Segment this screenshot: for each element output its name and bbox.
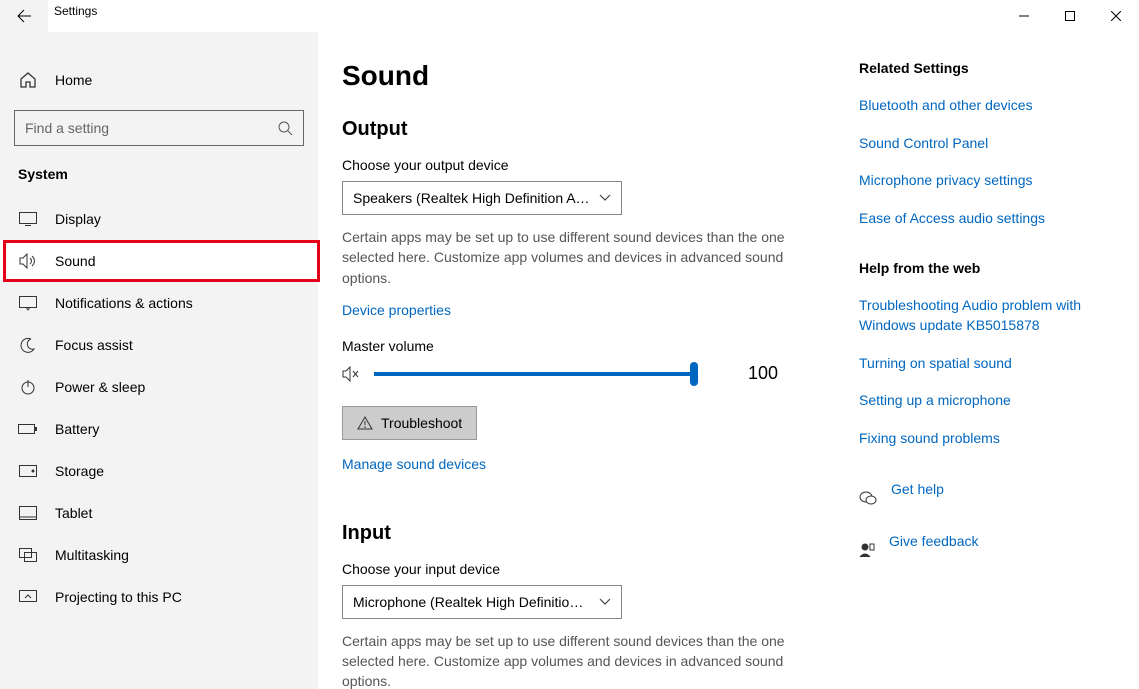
home-icon [18,71,38,89]
nav-label: Power & sleep [55,379,145,395]
tablet-icon [18,506,38,520]
nav-label: Tablet [55,505,92,521]
sidebar-item-tablet[interactable]: Tablet [0,492,318,534]
sidebar-item-power-sleep[interactable]: Power & sleep [0,366,318,408]
nav-label: Notifications & actions [55,295,193,311]
related-link-bluetooth[interactable]: Bluetooth and other devices [859,96,1119,116]
display-icon [18,212,38,226]
output-choose-label: Choose your output device [342,157,851,173]
nav-label: Battery [55,421,99,437]
sound-icon [18,253,38,269]
home-label: Home [55,72,92,88]
feedback-icon [859,543,875,559]
page-title: Sound [342,60,851,92]
troubleshoot-button[interactable]: Troubleshoot [342,406,477,440]
input-heading: Input [342,522,851,545]
moon-icon [18,337,38,353]
volume-value: 100 [748,363,778,384]
give-feedback-link[interactable]: Give feedback [889,532,979,552]
related-link-ease-access[interactable]: Ease of Access audio settings [859,209,1119,229]
sidebar-item-focus-assist[interactable]: Focus assist [0,324,318,366]
output-help-text: Certain apps may be set up to use differ… [342,227,802,288]
multitasking-icon [18,548,38,562]
back-arrow-icon [16,8,32,24]
help-link-setup-mic[interactable]: Setting up a microphone [859,391,1119,411]
notifications-icon [18,296,38,311]
sidebar-item-multitasking[interactable]: Multitasking [0,534,318,576]
get-help-row[interactable]: Get help [859,480,1119,518]
help-link-troubleshoot-audio[interactable]: Troubleshooting Audio problem with Windo… [859,296,1119,335]
close-button[interactable] [1093,0,1139,32]
section-label: System [0,158,318,198]
sidebar-item-notifications[interactable]: Notifications & actions [0,282,318,324]
nav-label: Display [55,211,101,227]
output-heading: Output [342,118,851,141]
search-icon [277,120,293,136]
warning-icon [357,416,373,430]
get-help-link[interactable]: Get help [891,480,944,500]
input-choose-label: Choose your input device [342,561,851,577]
chevron-down-icon [599,194,611,202]
sidebar-item-display[interactable]: Display [0,198,318,240]
related-link-mic-privacy[interactable]: Microphone privacy settings [859,171,1119,191]
maximize-button[interactable] [1047,0,1093,32]
related-settings-heading: Related Settings [859,60,1119,76]
power-icon [18,379,38,395]
input-help-text: Certain apps may be set up to use differ… [342,631,802,689]
storage-icon [18,465,38,477]
troubleshoot-label: Troubleshoot [381,415,462,431]
selection-highlight-box [3,240,320,282]
nav-label: Sound [55,253,95,269]
sidebar: Home System Display Sound Notifications … [0,32,318,689]
sidebar-item-sound[interactable]: Sound [0,240,318,282]
chevron-down-icon [599,598,611,606]
nav-label: Multitasking [55,547,129,563]
output-device-select[interactable]: Speakers (Realtek High Definition A… [342,181,622,215]
help-icon [859,491,877,507]
window-title: Settings [48,0,1001,18]
give-feedback-row[interactable]: Give feedback [859,532,1119,570]
search-input[interactable] [25,120,277,136]
volume-slider-row: 100 [342,362,851,386]
search-box[interactable] [14,110,304,146]
nav-label: Storage [55,463,104,479]
aside-panel: Related Settings Bluetooth and other dev… [859,60,1119,689]
output-device-value: Speakers (Realtek High Definition A… [353,190,590,206]
help-web-heading: Help from the web [859,260,1119,276]
title-bar: Settings [0,0,1139,32]
manage-sound-devices-link[interactable]: Manage sound devices [342,456,486,472]
projecting-icon [18,590,38,604]
sidebar-item-projecting[interactable]: Projecting to this PC [0,576,318,618]
related-link-sound-control[interactable]: Sound Control Panel [859,134,1119,154]
back-button[interactable] [0,0,48,32]
sidebar-item-battery[interactable]: Battery [0,408,318,450]
input-device-value: Microphone (Realtek High Definitio… [353,594,583,610]
help-link-spatial-sound[interactable]: Turning on spatial sound [859,354,1119,374]
master-volume-label: Master volume [342,338,851,354]
window-controls [1001,0,1139,32]
help-link-fix-sound[interactable]: Fixing sound problems [859,429,1119,449]
device-properties-link[interactable]: Device properties [342,302,451,318]
nav-label: Focus assist [55,337,133,353]
nav-label: Projecting to this PC [55,589,182,605]
volume-slider[interactable] [374,362,694,386]
minimize-button[interactable] [1001,0,1047,32]
speaker-mute-icon[interactable] [342,366,360,382]
home-nav[interactable]: Home [0,60,318,100]
sidebar-item-storage[interactable]: Storage [0,450,318,492]
main-panel: Sound Output Choose your output device S… [342,60,851,689]
content-area: Sound Output Choose your output device S… [318,32,1139,689]
battery-icon [18,423,38,435]
input-device-select[interactable]: Microphone (Realtek High Definitio… [342,585,622,619]
